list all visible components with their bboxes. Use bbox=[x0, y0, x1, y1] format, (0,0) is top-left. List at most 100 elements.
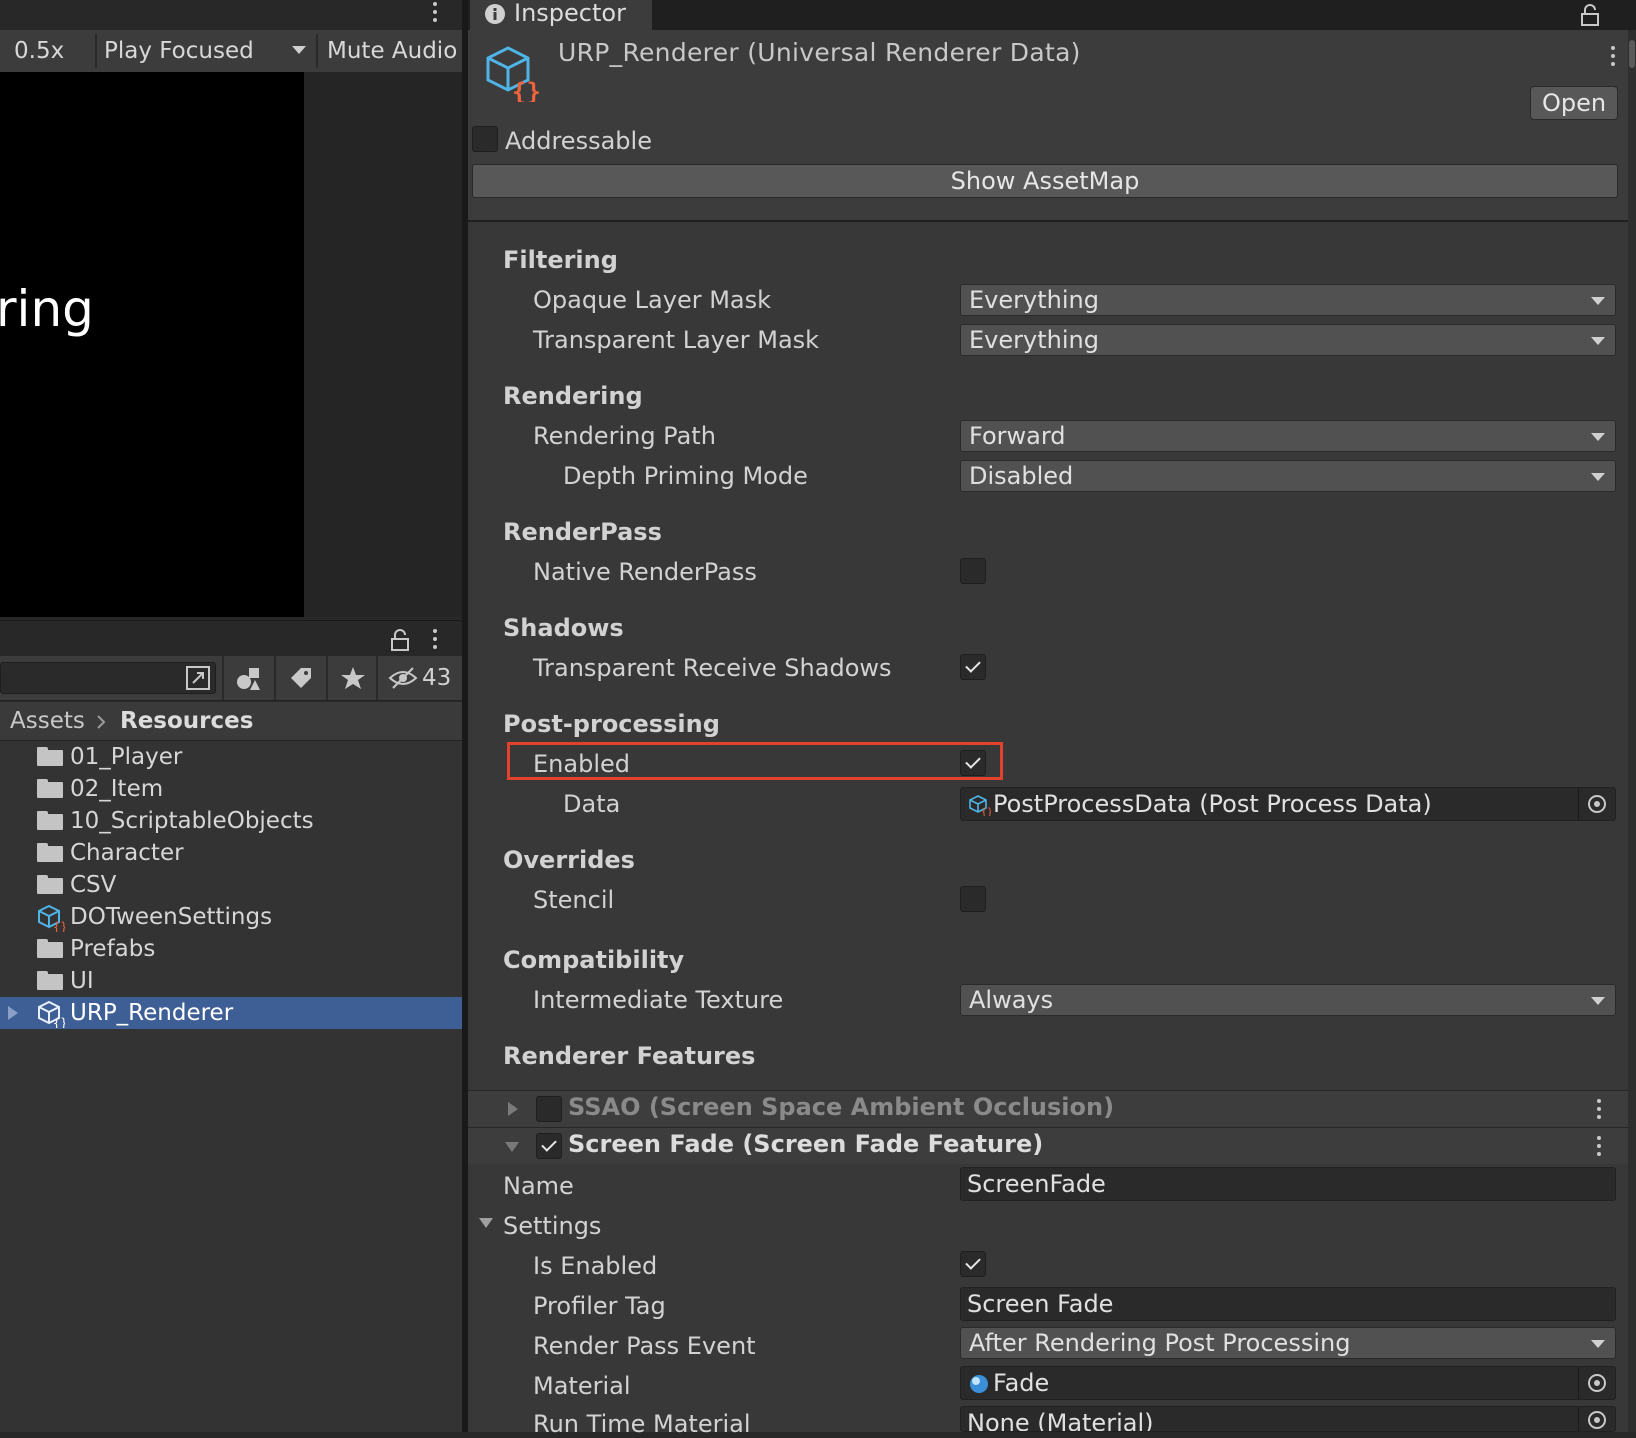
profiler-tag-input[interactable]: Screen Fade bbox=[960, 1287, 1616, 1321]
info-icon bbox=[485, 4, 505, 24]
run-time-material-field[interactable]: None (Material) bbox=[960, 1406, 1616, 1432]
dropdown-value: Everything bbox=[969, 326, 1099, 354]
intermediate-texture-dropdown[interactable]: Always bbox=[960, 984, 1616, 1016]
addressable-checkbox[interactable] bbox=[472, 126, 498, 152]
stencil-label: Stencil bbox=[533, 886, 615, 914]
material-field[interactable]: Fade bbox=[960, 1366, 1616, 1400]
object-picker-icon[interactable] bbox=[1578, 1407, 1615, 1431]
folder-icon bbox=[37, 747, 63, 766]
scale-slider-value[interactable]: 0.5x bbox=[14, 30, 64, 72]
hidden-packages-count: 43 bbox=[422, 665, 452, 691]
show-assetmap-button[interactable]: Show AssetMap bbox=[472, 164, 1618, 198]
game-panel-menu-icon[interactable] bbox=[432, 2, 438, 26]
search-by-type-icon[interactable] bbox=[178, 656, 218, 700]
play-mode-dropdown[interactable]: Play Focused bbox=[104, 30, 254, 72]
section-rendering: Rendering bbox=[503, 382, 643, 410]
toolbar-separator bbox=[316, 34, 318, 68]
object-field-value: PostProcessData (Post Process Data) bbox=[993, 790, 1432, 818]
folder-icon bbox=[37, 971, 63, 990]
chevron-down-icon[interactable] bbox=[292, 46, 306, 54]
transparent-receive-shadows-checkbox[interactable] bbox=[960, 654, 986, 680]
lock-icon[interactable] bbox=[1580, 4, 1600, 26]
project-panel-header bbox=[0, 620, 462, 655]
object-picker-icon[interactable] bbox=[1578, 1367, 1615, 1399]
screen-fade-name-input[interactable]: ScreenFade bbox=[960, 1167, 1616, 1201]
list-item-label: Character bbox=[70, 840, 184, 866]
collapse-arrow-icon[interactable] bbox=[504, 1140, 520, 1154]
opaque-layer-mask-dropdown[interactable]: Everything bbox=[960, 284, 1616, 316]
list-item[interactable]: Prefabs bbox=[0, 933, 462, 965]
project-panel-menu-icon[interactable] bbox=[432, 629, 438, 653]
object-picker-icon[interactable] bbox=[1578, 788, 1615, 820]
list-item[interactable]: UI bbox=[0, 965, 462, 997]
breadcrumb-resources[interactable]: Resources bbox=[120, 702, 253, 740]
material-sphere-icon bbox=[970, 1375, 988, 1393]
list-item[interactable]: {} DOTweenSettings bbox=[0, 901, 462, 933]
list-item[interactable]: Character bbox=[0, 837, 462, 869]
object-field-value: None (Material) bbox=[967, 1409, 1154, 1432]
rendering-path-label: Rendering Path bbox=[533, 422, 716, 450]
eye-slash-icon bbox=[388, 667, 418, 689]
chevron-down-icon bbox=[1591, 297, 1605, 305]
inspector-scrollbar[interactable] bbox=[1628, 30, 1636, 1432]
folder-icon bbox=[37, 843, 63, 862]
transparent-receive-shadows-label: Transparent Receive Shadows bbox=[533, 654, 892, 682]
list-item[interactable]: 02_Item bbox=[0, 773, 462, 805]
screen-fade-enabled-checkbox[interactable] bbox=[536, 1133, 562, 1159]
rendering-path-dropdown[interactable]: Forward bbox=[960, 420, 1616, 452]
hidden-packages-toggle[interactable]: 43 bbox=[376, 656, 462, 700]
section-renderer-features: Renderer Features bbox=[503, 1042, 756, 1070]
collapse-arrow-icon[interactable] bbox=[478, 1216, 494, 1230]
list-item[interactable]: 10_ScriptableObjects bbox=[0, 805, 462, 837]
tab-inspector-label: Inspector bbox=[514, 0, 626, 27]
inspector-header: {} URP_Renderer (Universal Renderer Data… bbox=[468, 30, 1636, 222]
chevron-down-icon bbox=[1591, 1340, 1605, 1348]
game-panel-topbar bbox=[0, 0, 462, 30]
favorites-star-icon[interactable] bbox=[326, 656, 378, 700]
post-process-data-field[interactable]: {} PostProcessData (Post Process Data) bbox=[960, 787, 1616, 821]
inspector-menu-icon[interactable] bbox=[1610, 46, 1616, 70]
stencil-checkbox[interactable] bbox=[960, 886, 986, 912]
highlight-box bbox=[507, 742, 1003, 780]
expand-arrow-icon[interactable] bbox=[6, 1005, 20, 1021]
chevron-right-icon bbox=[97, 715, 106, 729]
feature-menu-icon[interactable] bbox=[1596, 1099, 1602, 1123]
transparent-layer-mask-label: Transparent Layer Mask bbox=[533, 326, 820, 354]
folder-icon bbox=[37, 811, 63, 830]
tab-inspector[interactable]: Inspector bbox=[470, 0, 652, 30]
lock-icon[interactable] bbox=[390, 629, 410, 651]
game-viewport-text: ring bbox=[0, 280, 94, 338]
game-render-area bbox=[0, 72, 304, 617]
list-item-label: 01_Player bbox=[70, 744, 183, 770]
mute-audio-button[interactable]: Mute Audio bbox=[327, 30, 457, 72]
scriptable-object-icon: {} bbox=[38, 904, 65, 932]
expand-arrow-icon[interactable] bbox=[506, 1101, 520, 1117]
scrollbar-thumb[interactable] bbox=[1629, 40, 1635, 68]
depth-priming-mode-label: Depth Priming Mode bbox=[563, 462, 808, 490]
list-item-label: Prefabs bbox=[70, 936, 156, 962]
ssao-enabled-checkbox[interactable] bbox=[536, 1096, 562, 1122]
feature-row-ssao[interactable]: SSAO (Screen Space Ambient Occlusion) bbox=[468, 1090, 1628, 1127]
svg-text:{}: {} bbox=[53, 920, 65, 932]
filter-by-label-icon[interactable] bbox=[274, 656, 326, 700]
native-renderpass-checkbox[interactable] bbox=[960, 558, 986, 584]
breadcrumb-assets[interactable]: Assets bbox=[10, 702, 85, 740]
feature-row-screen-fade[interactable]: Screen Fade (Screen Fade Feature) bbox=[468, 1127, 1628, 1164]
render-pass-event-dropdown[interactable]: After Rendering Post Processing bbox=[960, 1327, 1616, 1359]
list-item-selected[interactable]: {} URP_Renderer bbox=[0, 997, 462, 1029]
ssao-feature-label: SSAO (Screen Space Ambient Occlusion) bbox=[568, 1093, 1115, 1121]
settings-foldout-label[interactable]: Settings bbox=[503, 1212, 601, 1240]
list-item-label: URP_Renderer bbox=[70, 1000, 234, 1026]
transparent-layer-mask-dropdown[interactable]: Everything bbox=[960, 324, 1616, 356]
filter-by-type-icon[interactable] bbox=[222, 656, 274, 700]
scriptable-object-icon: {} bbox=[38, 1000, 65, 1028]
run-time-material-label: Run Time Material bbox=[533, 1410, 751, 1438]
feature-menu-icon[interactable] bbox=[1596, 1136, 1602, 1160]
folder-icon bbox=[37, 779, 63, 798]
list-item[interactable]: CSV bbox=[0, 869, 462, 901]
is-enabled-checkbox[interactable] bbox=[960, 1251, 986, 1277]
open-button[interactable]: Open bbox=[1530, 86, 1618, 120]
section-filtering: Filtering bbox=[503, 246, 618, 274]
list-item[interactable]: 01_Player bbox=[0, 741, 462, 773]
depth-priming-mode-dropdown[interactable]: Disabled bbox=[960, 460, 1616, 492]
